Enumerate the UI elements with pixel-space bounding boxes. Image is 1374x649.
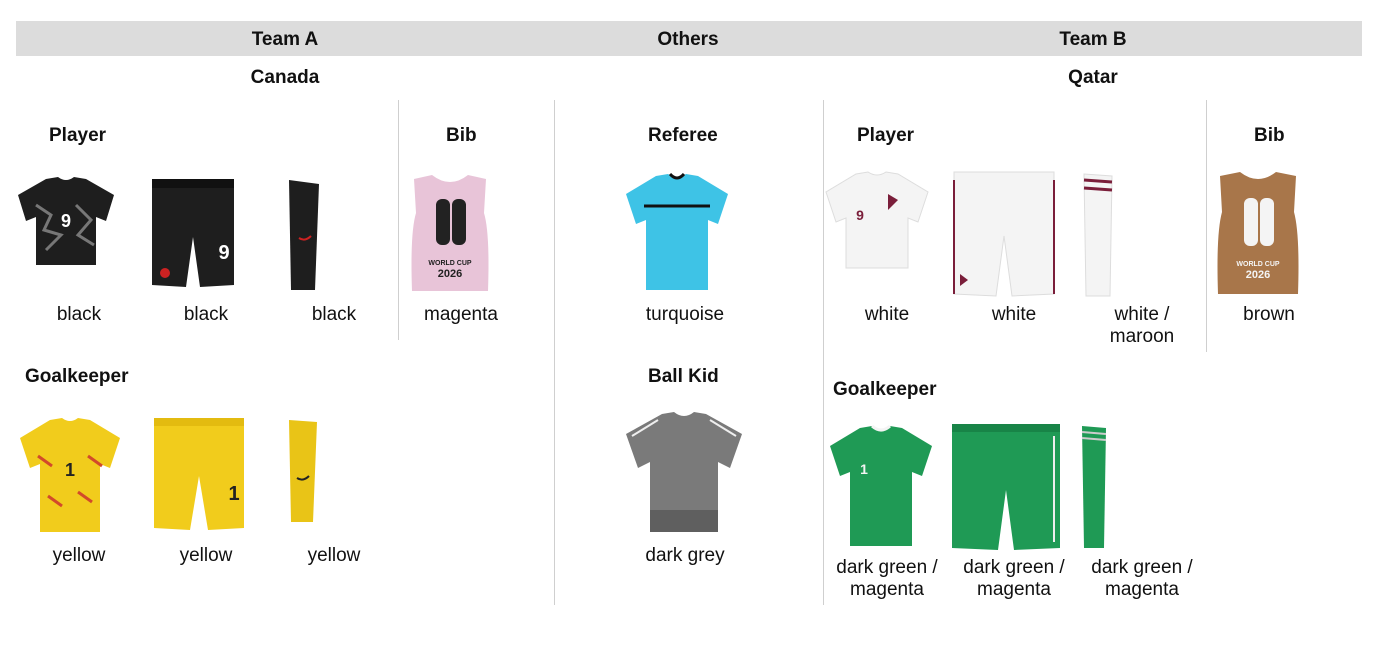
team-b-country: Qatar [1068,67,1118,88]
team-a-goalkeeper-jersey-image: 1 [18,416,122,534]
team-b-player-shorts-label: white [991,304,1037,325]
team-b-bib-image: WORLD CUP 2026 [1216,170,1300,296]
team-b-player-title: Player [857,125,915,146]
team-a-player-title: Player [49,125,107,146]
team-b-goalkeeper-shorts-image [950,422,1062,552]
team-b-player-socks-label: white / maroon [1077,304,1207,348]
team-b-player-shorts-image [952,170,1056,298]
team-a-goalkeeper-shorts-label: yellow [179,545,233,566]
svg-text:1: 1 [65,460,75,480]
team-b-bib-label: brown [1243,304,1295,325]
team-a-bib-image: WORLD CUP 2026 [410,173,490,293]
others-header: Others [657,29,719,50]
team-b-goalkeeper-jersey-label-line1: dark green / [836,557,938,578]
team-b-goalkeeper-jersey-label-line2: magenta [850,579,924,600]
team-b-goalkeeper-title: Goalkeeper [833,379,937,400]
ball-kid-title: Ball Kid [648,366,719,387]
team-a-goalkeeper-socks-image [285,418,321,524]
team-b-player-socks-label-line1: white / [1114,304,1170,325]
svg-text:1: 1 [228,483,239,505]
team-b-header: Team B [1059,29,1127,50]
team-a-header: Team A [251,29,319,50]
team-a-player-shorts-label: black [183,304,229,325]
team-a-player-socks-image [287,178,321,292]
referee-jersey-image [624,172,730,292]
team-a-bib-title: Bib [446,125,477,146]
team-b-player-jersey-label: white [864,304,910,325]
team-a-country: Canada [250,67,320,88]
team-a-goalkeeper-title: Goalkeeper [25,366,129,387]
svg-text:WORLD CUP: WORLD CUP [428,260,471,267]
ball-kid-jersey-image [624,410,744,534]
team-a-player-socks-label: black [311,304,357,325]
team-b-goalkeeper-jersey-label: dark green / magenta [822,557,952,601]
team-b-goalkeeper-shorts-label-line1: dark green / [963,557,1065,578]
svg-text:9: 9 [218,242,229,264]
team-b-bib-title: Bib [1254,125,1285,146]
team-a-bib-label: magenta [424,304,498,325]
team-b-goalkeeper-socks-label: dark green / magenta [1077,557,1207,601]
team-b-goalkeeper-socks-label-line2: magenta [1105,579,1179,600]
svg-text:2026: 2026 [1246,269,1270,281]
svg-text:9: 9 [61,211,71,231]
referee-title: Referee [648,125,718,146]
team-b-goalkeeper-socks-image [1078,424,1110,550]
svg-text:1: 1 [860,461,868,477]
team-a-player-jersey-label: black [56,304,102,325]
svg-text:2026: 2026 [438,268,462,280]
referee-label: turquoise [645,304,725,325]
team-b-goalkeeper-shorts-label-line2: magenta [977,579,1051,600]
team-b-player-socks-label-line2: maroon [1109,326,1175,347]
team-a-goalkeeper-socks-label: yellow [307,545,361,566]
team-b-player-socks-image [1080,172,1116,298]
svg-text:WORLD CUP: WORLD CUP [1236,261,1279,268]
team-b-goalkeeper-jersey-image: 1 [828,424,934,548]
team-b-player-jersey-image: 9 [824,170,930,270]
team-b-goalkeeper-socks-label-line1: dark green / [1091,557,1193,578]
divider-team-a-others [554,100,555,605]
svg-text:9: 9 [856,207,864,223]
team-a-goalkeeper-shorts-image: 1 [152,416,246,532]
team-a-player-shorts-image: 9 [150,177,236,289]
team-a-player-jersey-image: 9 [16,175,116,267]
team-b-goalkeeper-shorts-label: dark green / magenta [949,557,1079,601]
ball-kid-label: dark grey [645,545,725,566]
team-a-goalkeeper-jersey-label: yellow [52,545,106,566]
